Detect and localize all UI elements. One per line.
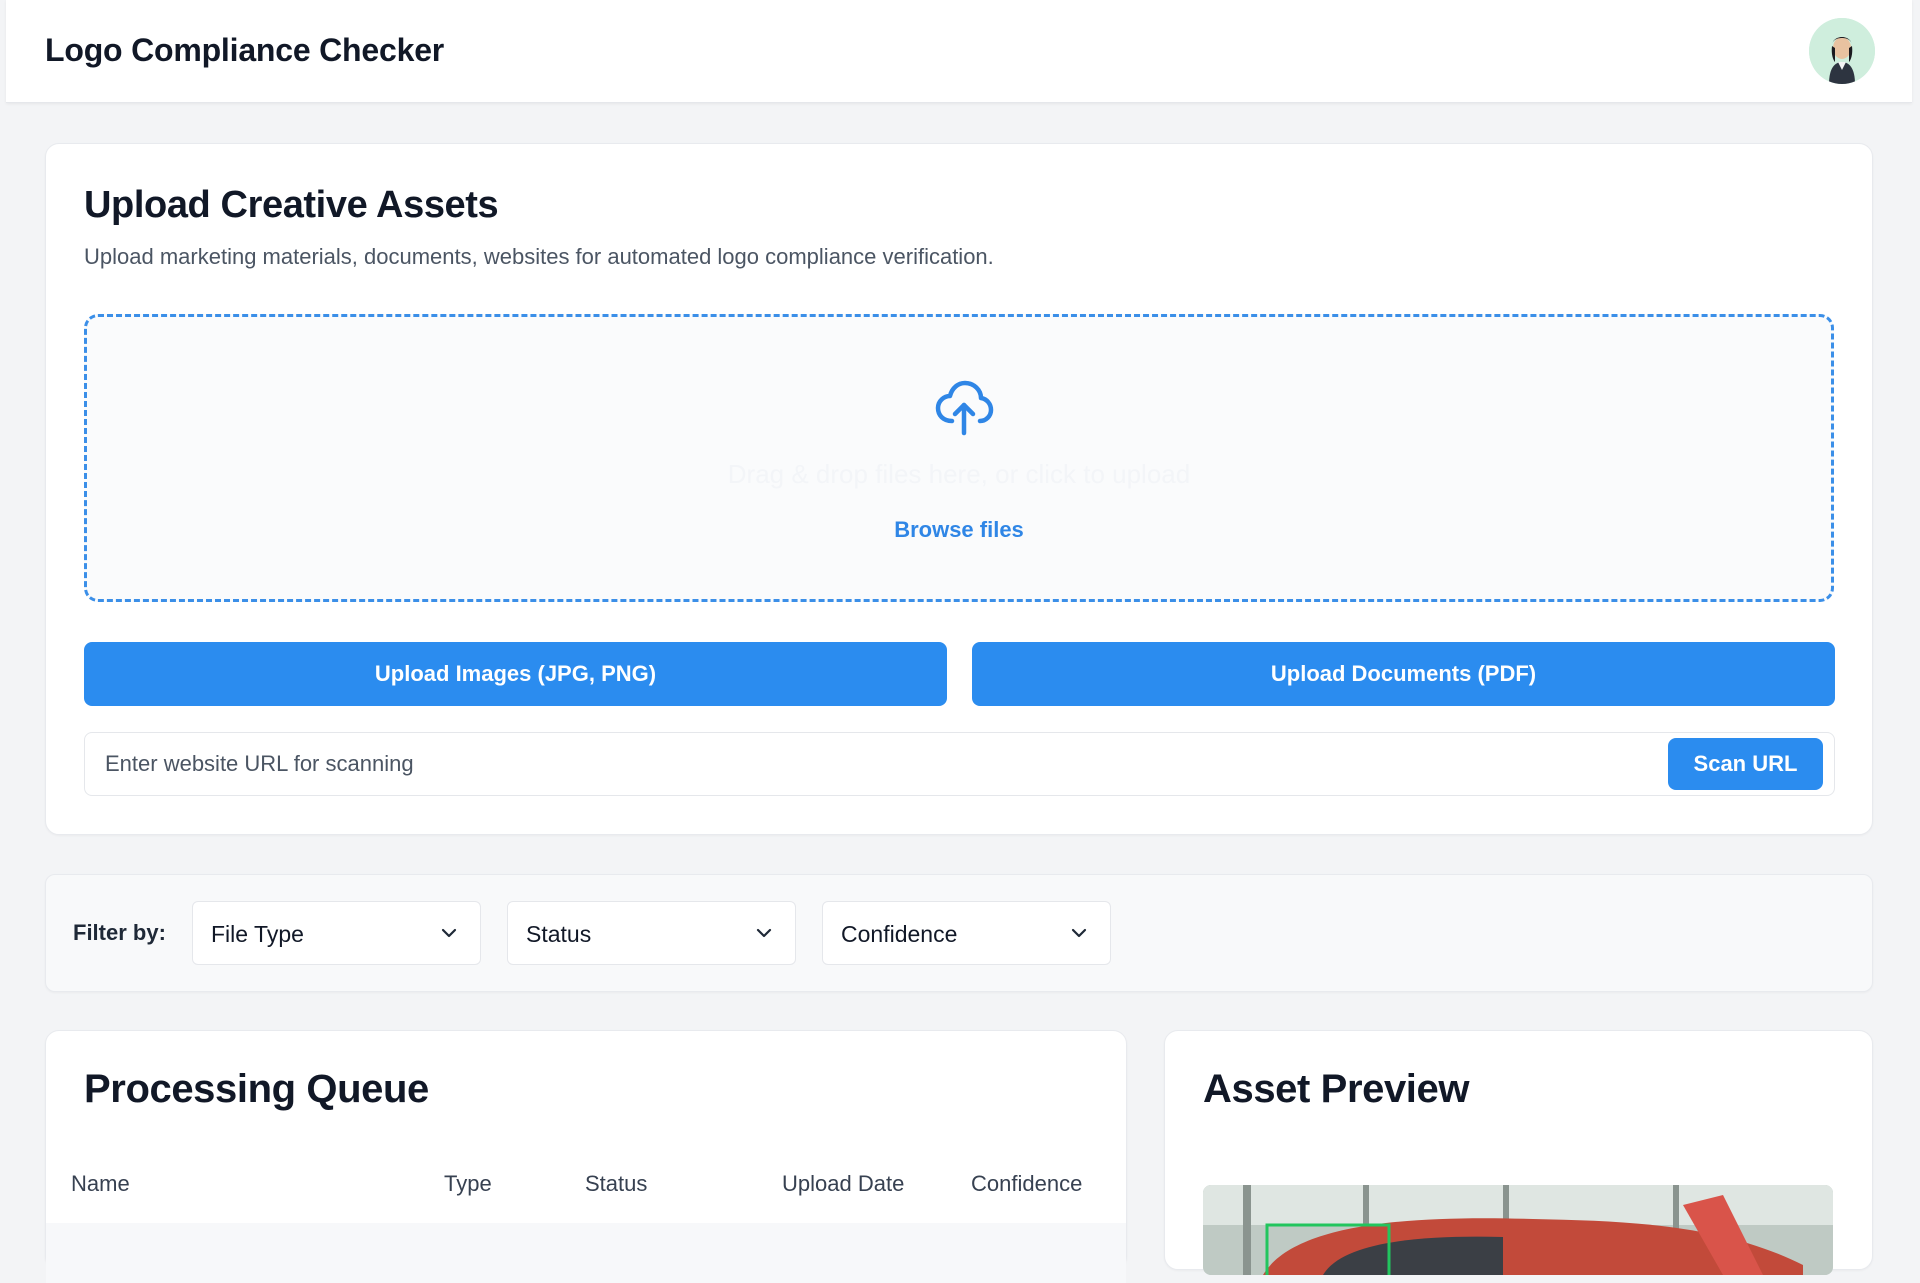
url-scan-row: Scan URL [84, 732, 1835, 796]
column-header-type[interactable]: Type [444, 1171, 492, 1197]
browse-files-link[interactable]: Browse files [87, 517, 1831, 543]
queue-table-header: Name Type Status Upload Date Confidence [46, 1171, 1126, 1211]
upload-subtitle: Upload marketing materials, documents, w… [84, 244, 994, 269]
filter-label: Filter by: [73, 920, 166, 945]
upload-documents-button[interactable]: Upload Documents (PDF) [972, 642, 1835, 706]
chevron-down-icon [441, 928, 457, 938]
asset-preview-image[interactable] [1203, 1185, 1833, 1275]
file-type-select[interactable]: File Type [192, 901, 481, 965]
column-header-name[interactable]: Name [71, 1171, 130, 1197]
file-dropzone[interactable]: Drag & drop files here, or click to uplo… [84, 314, 1834, 602]
asset-preview-title: Asset Preview [1203, 1067, 1470, 1111]
preview-photo [1203, 1185, 1833, 1275]
chevron-down-icon [1071, 928, 1087, 938]
processing-queue-title: Processing Queue [84, 1067, 429, 1111]
app-title: Logo Compliance Checker [45, 32, 445, 68]
chevron-down-icon [756, 928, 772, 938]
upload-card: Upload Creative Assets Upload marketing … [45, 143, 1873, 835]
filter-bar: Filter by: File Type Status Confidence [45, 874, 1873, 992]
table-row[interactable] [46, 1223, 1126, 1283]
avatar-icon [1809, 18, 1875, 84]
status-select[interactable]: Status [507, 901, 796, 965]
app-header: Logo Compliance Checker [6, 0, 1912, 103]
confidence-select-value: Confidence [841, 921, 958, 947]
upload-images-button[interactable]: Upload Images (JPG, PNG) [84, 642, 947, 706]
website-url-input[interactable] [103, 733, 1603, 795]
confidence-select[interactable]: Confidence [822, 901, 1111, 965]
user-avatar[interactable] [1809, 18, 1875, 84]
status-select-value: Status [526, 921, 592, 947]
processing-queue-card: Processing Queue Name Type Status Upload… [45, 1030, 1127, 1283]
column-header-confidence[interactable]: Confidence [971, 1171, 1082, 1197]
upload-title: Upload Creative Assets [84, 184, 499, 226]
scan-url-button[interactable]: Scan URL [1668, 738, 1823, 790]
file-type-select-value: File Type [211, 921, 304, 947]
cloud-upload-icon [935, 380, 994, 436]
column-header-upload-date[interactable]: Upload Date [782, 1171, 904, 1197]
column-header-status[interactable]: Status [585, 1171, 647, 1197]
dropzone-instructions: Drag & drop files here, or click to uplo… [727, 459, 1191, 489]
asset-preview-card: Asset Preview [1164, 1030, 1873, 1275]
